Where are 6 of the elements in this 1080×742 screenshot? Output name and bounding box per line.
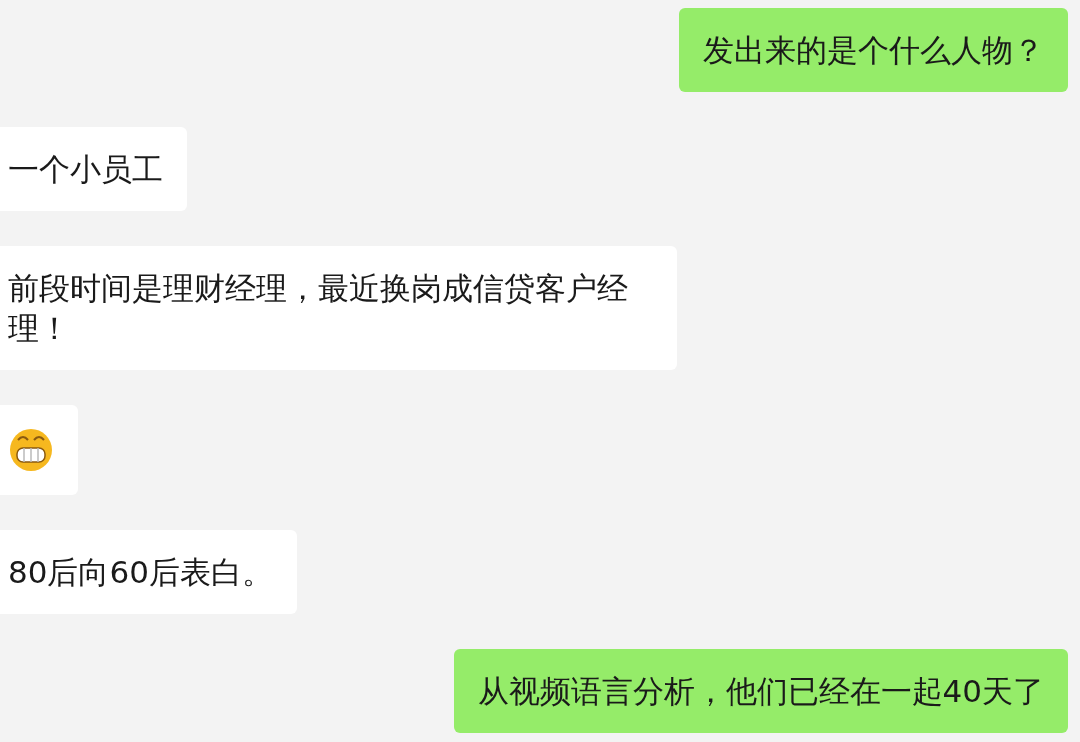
message-text: 从视频语言分析，他们已经在一起40天了 — [477, 672, 1044, 711]
grinning-face-icon — [8, 427, 54, 473]
message-text: 80后向60后表白。 — [8, 553, 273, 592]
message-text: 发出来的是个什么人物？ — [703, 31, 1044, 70]
message-text: 一个小员工 — [8, 150, 163, 189]
message-text: 前段时间是理财经理，最近换岗成信贷客户经理！ — [8, 269, 629, 348]
